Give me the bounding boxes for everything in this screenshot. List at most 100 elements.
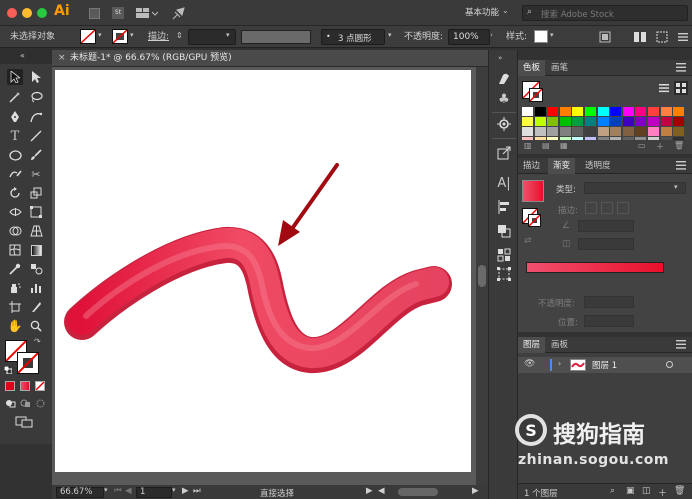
color-swatch[interactable] (648, 127, 659, 136)
color-swatch[interactable] (585, 117, 596, 126)
vertical-scrollbar[interactable] (476, 67, 488, 485)
color-swatch[interactable] (622, 107, 634, 116)
stroke-within-icon[interactable] (585, 202, 597, 214)
color-swatch[interactable] (547, 127, 559, 136)
color-swatch[interactable] (585, 127, 596, 136)
list-view-icon[interactable] (658, 82, 670, 94)
swatch-options-icon[interactable]: ▦ (560, 141, 568, 150)
stroke-across-icon[interactable] (617, 202, 629, 214)
appearance-panel-icon[interactable] (494, 115, 514, 133)
swatch-libraries-icon[interactable]: ▥ (524, 141, 532, 150)
color-swatch[interactable] (559, 117, 571, 126)
chevron-down-icon[interactable]: ▾ (104, 486, 108, 494)
gradient-stroke-indicator[interactable] (528, 214, 541, 227)
reverse-gradient-icon[interactable]: ⇄ (524, 236, 532, 246)
new-layer-icon[interactable]: ＋ (658, 486, 667, 499)
color-swatch[interactable] (534, 107, 546, 116)
color-swatch[interactable] (534, 127, 546, 136)
color-swatch[interactable] (648, 117, 659, 126)
tab-brushes[interactable]: 画笔 (546, 60, 573, 76)
gradient-slider[interactable] (526, 262, 664, 273)
first-artboard-icon[interactable]: ⏮ (114, 486, 122, 496)
new-color-group-icon[interactable]: ▭ (638, 141, 646, 150)
gradient-type-dropdown[interactable] (584, 182, 686, 194)
color-swatch[interactable] (622, 117, 634, 126)
color-swatch[interactable] (534, 117, 546, 126)
pathfinder-panel-icon[interactable] (494, 222, 514, 240)
transform-panel-icon[interactable] (494, 265, 514, 283)
color-swatch[interactable] (572, 107, 584, 116)
color-swatch[interactable] (635, 107, 647, 116)
tab-transparency[interactable]: 透明度 (580, 158, 616, 174)
color-swatch[interactable] (522, 107, 533, 116)
transparency-panel-icon[interactable] (494, 246, 514, 264)
swatches-stroke-indicator[interactable] (529, 88, 543, 102)
scrollbar-thumb[interactable] (478, 265, 486, 287)
tab-swatches[interactable]: 色板 (518, 60, 546, 76)
color-swatch[interactable] (610, 107, 622, 116)
color-swatch[interactable] (547, 117, 559, 126)
color-panel-icon[interactable] (494, 70, 514, 88)
links-panel-icon[interactable] (494, 144, 514, 162)
delete-swatch-icon[interactable]: 🗑 (674, 141, 684, 150)
color-swatch[interactable] (597, 107, 609, 116)
tab-layers[interactable]: 图层 (518, 337, 546, 353)
panel-menu-icon[interactable] (676, 161, 686, 170)
last-artboard-icon[interactable]: ⏭ (193, 486, 201, 496)
delete-layer-icon[interactable]: 🗑 (674, 486, 685, 496)
color-swatch[interactable] (572, 127, 584, 136)
chevron-down-icon[interactable]: ▾ (172, 486, 176, 494)
next-artboard-icon[interactable]: ▶ (182, 486, 189, 496)
color-swatch[interactable] (610, 127, 622, 136)
align-panel-icon[interactable] (494, 198, 514, 216)
locate-object-icon[interactable]: ⌕ (610, 486, 615, 496)
clipping-mask-icon[interactable]: ▣ (626, 486, 635, 496)
color-swatch[interactable] (547, 107, 559, 116)
gradient-preview[interactable] (522, 180, 544, 202)
visibility-eye-icon[interactable]: 👁 (524, 359, 535, 369)
gradient-opacity-field[interactable] (584, 296, 634, 308)
grid-view-icon[interactable] (674, 81, 688, 95)
tab-gradient[interactable]: 渐变 (548, 158, 576, 174)
artboard-number-field[interactable]: 1 (136, 487, 172, 498)
color-swatch[interactable] (648, 107, 659, 116)
panel-menu-icon[interactable] (676, 63, 686, 72)
new-swatch-icon[interactable]: ＋ (656, 141, 664, 152)
color-swatch[interactable] (522, 127, 533, 136)
color-swatch[interactable] (597, 117, 609, 126)
color-swatch[interactable] (635, 117, 647, 126)
aspect-ratio-field[interactable] (578, 238, 634, 250)
new-sublayer-icon[interactable]: ◫ (642, 486, 651, 496)
previous-artboard-icon[interactable]: ◀ (125, 486, 132, 496)
color-swatch[interactable] (673, 107, 685, 116)
layer-target-icon[interactable] (666, 361, 673, 368)
color-swatch[interactable] (610, 117, 622, 126)
color-swatch[interactable] (673, 117, 685, 126)
color-swatch[interactable] (635, 127, 647, 136)
layer-name[interactable]: 图层 1 (592, 359, 617, 371)
scroll-left-icon[interactable]: ◀ (378, 486, 385, 496)
color-swatch[interactable] (559, 107, 571, 116)
stroke-along-icon[interactable] (601, 202, 613, 214)
color-swatch[interactable] (673, 127, 685, 136)
color-swatch[interactable] (660, 117, 672, 126)
color-swatch[interactable] (585, 107, 596, 116)
color-swatch[interactable] (572, 117, 584, 126)
expand-layer-icon[interactable]: › (558, 359, 561, 368)
symbols-panel-icon[interactable]: ♣ (494, 90, 514, 108)
panel-menu-icon[interactable] (676, 340, 686, 349)
layer-row[interactable]: 👁 › 图层 1 (518, 357, 692, 373)
color-swatch[interactable] (522, 117, 533, 126)
zoom-field[interactable]: 66.67% (56, 487, 104, 498)
color-swatch[interactable] (559, 127, 571, 136)
chevron-down-icon[interactable]: ▾ (674, 183, 678, 191)
tab-artboards[interactable]: 画板 (546, 337, 573, 353)
angle-field[interactable] (578, 220, 634, 232)
color-swatch[interactable] (597, 127, 609, 136)
gradient-position-field[interactable] (584, 315, 634, 327)
scroll-right-icon[interactable]: ▶ (472, 486, 479, 496)
color-swatch[interactable] (622, 127, 634, 136)
character-panel-icon[interactable]: A| (494, 174, 514, 192)
collapse-icon[interactable]: » (498, 54, 502, 62)
color-swatch[interactable] (660, 127, 672, 136)
